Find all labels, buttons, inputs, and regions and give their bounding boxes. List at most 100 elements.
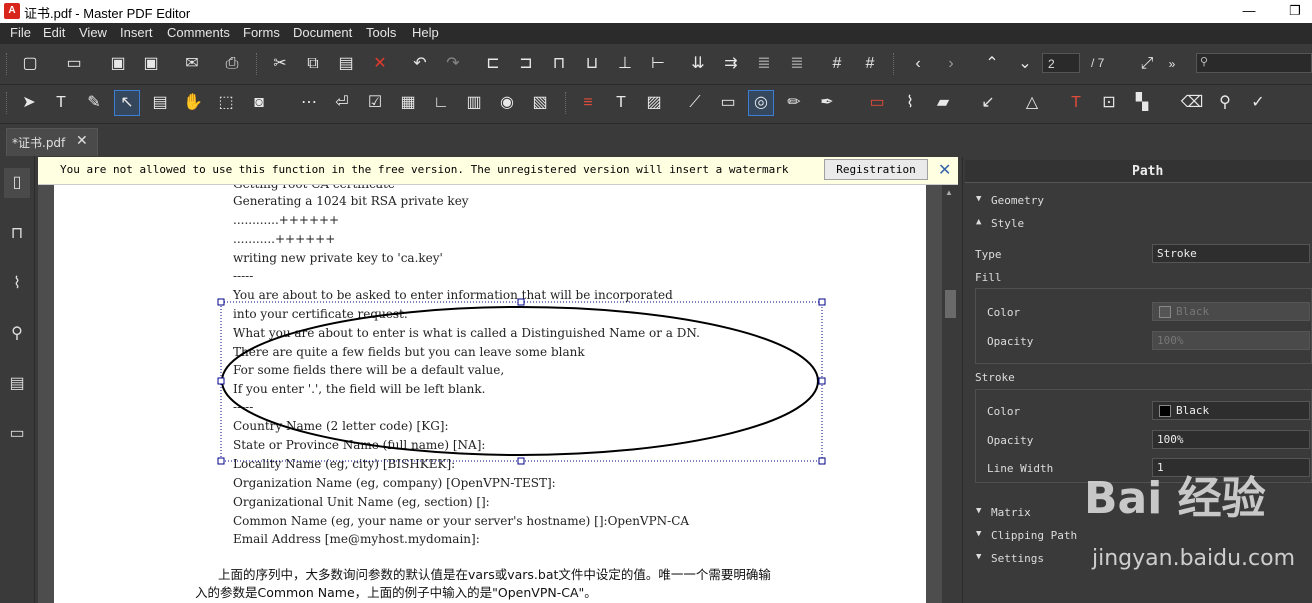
checkbox-field-icon[interactable]: ☑: [363, 91, 387, 115]
layers-panel-icon[interactable]: ▤: [4, 369, 30, 399]
arrow-tool-icon[interactable]: ↙: [976, 91, 1000, 115]
menu-edit[interactable]: Edit: [43, 25, 65, 40]
signatures-panel-icon[interactable]: ▭: [4, 419, 30, 449]
menu-view[interactable]: View: [79, 25, 107, 40]
next-view-icon[interactable]: ›: [939, 52, 963, 76]
stamp-icon[interactable]: ⊡: [1097, 91, 1121, 115]
new-document-icon[interactable]: ▢: [18, 52, 42, 76]
attach-file-icon[interactable]: ⌇: [898, 91, 922, 115]
align-right-icon[interactable]: ⊐: [514, 52, 538, 76]
comment-icon[interactable]: ▭: [865, 91, 889, 115]
send-backward-icon[interactable]: ≣: [785, 52, 809, 76]
align-left-icon[interactable]: ⊏: [481, 52, 505, 76]
menu-document[interactable]: Document: [293, 25, 352, 40]
restore-button[interactable]: ❐: [1272, 0, 1312, 23]
rectangle-tool-icon[interactable]: ▭: [716, 91, 740, 115]
list-field-icon[interactable]: ▥: [462, 91, 486, 115]
email-icon[interactable]: ✉: [180, 52, 204, 76]
radio-button-icon[interactable]: ◉: [495, 91, 519, 115]
collapse-arrow-icon[interactable]: ▼: [976, 506, 981, 516]
arrange-icon[interactable]: ▚: [1130, 91, 1154, 115]
combo-box-icon[interactable]: ▦: [396, 91, 420, 115]
menu-forms[interactable]: Forms: [243, 25, 280, 40]
section-matrix[interactable]: Matrix: [991, 506, 1031, 519]
edit-objects-icon[interactable]: ↖: [114, 90, 140, 116]
eraser-icon[interactable]: ⌫: [1180, 91, 1204, 115]
align-middle-icon[interactable]: ⊢: [646, 52, 670, 76]
undo-icon[interactable]: ↶: [408, 52, 432, 76]
text-box-icon[interactable]: T: [1064, 91, 1088, 115]
section-settings[interactable]: Settings: [991, 552, 1044, 565]
document-scrollbar[interactable]: [942, 185, 959, 603]
menu-insert[interactable]: Insert: [120, 25, 153, 40]
search-input[interactable]: [1196, 53, 1312, 73]
registration-button[interactable]: Registration: [824, 159, 928, 180]
pencil-tool-icon[interactable]: ✏: [782, 91, 806, 115]
check-mark-icon[interactable]: ✓: [1246, 91, 1270, 115]
grid-icon[interactable]: #: [825, 52, 849, 76]
delete-icon[interactable]: ✕: [368, 52, 392, 76]
attachments-panel-icon[interactable]: ⌇: [4, 269, 30, 299]
document-scrollbar-thumb[interactable]: [945, 290, 956, 318]
align-bottom-icon[interactable]: ⊔: [580, 52, 604, 76]
edit-document-icon[interactable]: ✎: [82, 91, 106, 115]
collapse-arrow-icon[interactable]: ▼: [976, 194, 981, 204]
align-top-icon[interactable]: ⊓: [547, 52, 571, 76]
pages-panel-icon[interactable]: ▯: [4, 168, 30, 198]
paste-icon[interactable]: ▤: [334, 52, 358, 76]
bring-forward-icon[interactable]: ≣: [752, 52, 776, 76]
ellipse-tool-icon[interactable]: ◎: [748, 90, 774, 116]
menu-file[interactable]: File: [10, 25, 31, 40]
tab-close-icon[interactable]: ✕: [76, 132, 88, 149]
section-style[interactable]: Style: [991, 217, 1024, 230]
text-field-icon[interactable]: ⋯: [297, 91, 321, 115]
signature-field-icon[interactable]: ▧: [528, 91, 552, 115]
redo-icon[interactable]: ↷: [441, 52, 465, 76]
notification-close-icon[interactable]: ✕: [938, 160, 951, 180]
align-center-icon[interactable]: ⊥: [613, 52, 637, 76]
bookmarks-panel-icon[interactable]: ⊓: [4, 219, 30, 249]
select-arrow-icon[interactable]: ➤: [17, 91, 41, 115]
previous-view-icon[interactable]: ‹: [906, 52, 930, 76]
fit-page-icon[interactable]: ⤢: [1135, 52, 1159, 76]
page-number-input[interactable]: 2: [1042, 53, 1080, 73]
edit-text-icon[interactable]: T: [49, 91, 73, 115]
button-field-icon[interactable]: ⏎: [330, 91, 354, 115]
marquee-select-icon[interactable]: ⬚: [214, 91, 238, 115]
highlighter-icon[interactable]: ▰: [931, 91, 955, 115]
cut-icon[interactable]: ✂: [268, 52, 292, 76]
search-text-icon[interactable]: ⚲: [1213, 91, 1237, 115]
print-icon[interactable]: ⎙: [220, 52, 244, 76]
previous-page-icon[interactable]: ⌃: [980, 52, 1004, 76]
toolbar-overflow-icon[interactable]: »: [1160, 52, 1184, 76]
highlight-text-icon[interactable]: ≡: [576, 91, 600, 115]
line-tool-icon[interactable]: ⟋: [683, 91, 707, 115]
add-text-icon[interactable]: T: [609, 91, 633, 115]
copy-icon[interactable]: ⧉: [301, 52, 325, 76]
next-page-icon[interactable]: ⌄: [1013, 52, 1037, 76]
sign-pen-icon[interactable]: ✒: [815, 91, 839, 115]
selected-ellipse-shape[interactable]: [214, 296, 830, 468]
menu-help[interactable]: Help: [412, 25, 439, 40]
distribute-vertical-icon[interactable]: ⇊: [686, 52, 710, 76]
add-image-icon[interactable]: ▨: [642, 91, 666, 115]
scroll-up-icon[interactable]: ▲: [945, 188, 953, 197]
open-folder-icon[interactable]: ▭: [62, 52, 86, 76]
hand-tool-icon[interactable]: ✋: [181, 91, 205, 115]
search-panel-icon[interactable]: ⚲: [4, 319, 30, 349]
collapse-arrow-icon[interactable]: ▼: [976, 529, 981, 539]
save-as-icon[interactable]: ▣: [139, 52, 163, 76]
menu-tools[interactable]: Tools: [366, 25, 396, 40]
distribute-horizontal-icon[interactable]: ⇉: [719, 52, 743, 76]
expand-arrow-icon[interactable]: ▲: [976, 217, 981, 227]
section-clipping-path[interactable]: Clipping Path: [991, 529, 1077, 542]
minimize-button[interactable]: —: [1226, 0, 1272, 23]
list-box-icon[interactable]: ∟: [429, 91, 453, 115]
edit-forms-icon[interactable]: ▤: [148, 91, 172, 115]
save-icon[interactable]: ▣: [106, 52, 130, 76]
snap-grid-icon[interactable]: #: [858, 52, 882, 76]
snapshot-icon[interactable]: ◙: [247, 91, 271, 115]
menu-comments[interactable]: Comments: [167, 25, 230, 40]
section-geometry[interactable]: Geometry: [991, 194, 1044, 207]
collapse-arrow-icon[interactable]: ▼: [976, 552, 981, 562]
